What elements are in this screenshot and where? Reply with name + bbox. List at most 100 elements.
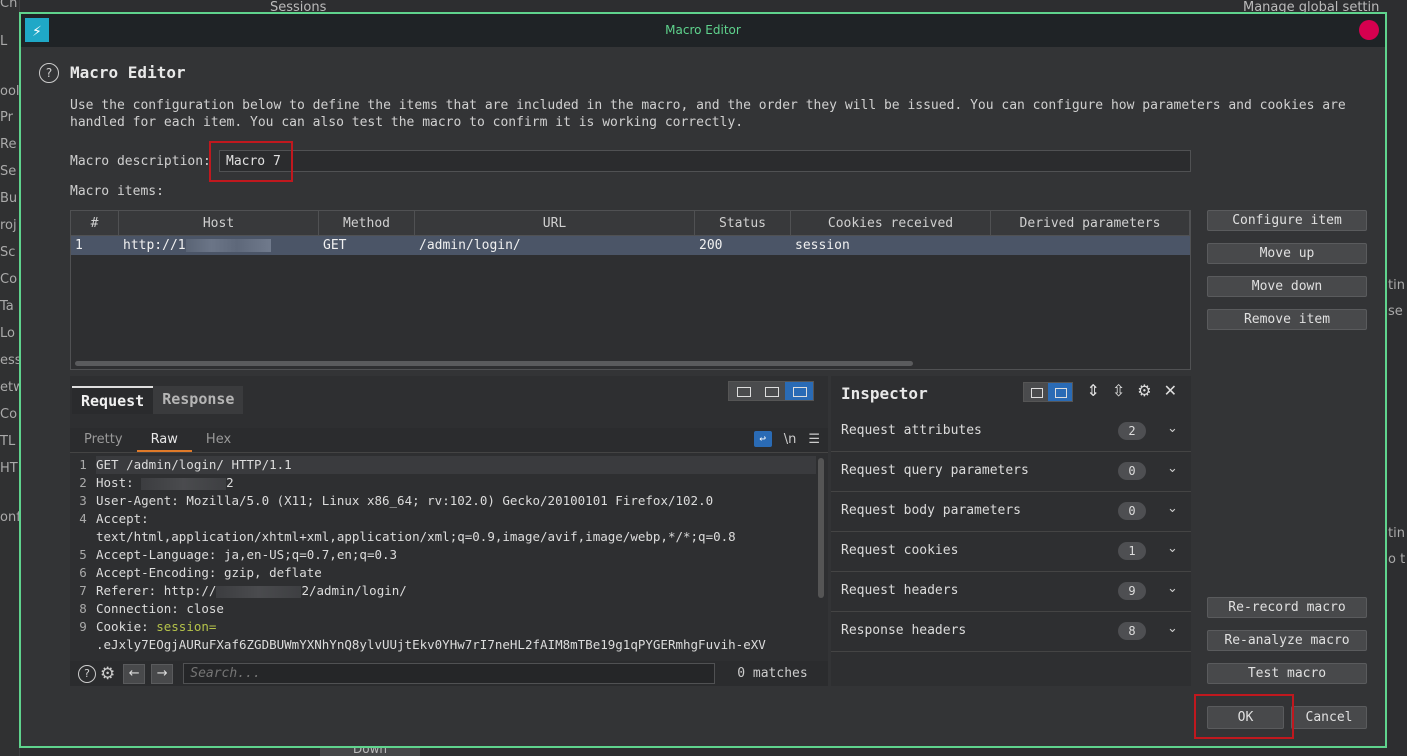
bg-item: TL <box>0 434 16 449</box>
redacted-host <box>185 239 271 252</box>
count-badge: 9 <box>1118 582 1146 600</box>
newline-toggle-icon[interactable]: \n <box>784 432 797 447</box>
tabs-layout-icon[interactable] <box>785 382 813 400</box>
search-input[interactable] <box>183 663 716 684</box>
chevron-down-icon[interactable]: ⌄ <box>1167 461 1178 476</box>
title-bar[interactable]: ⚡ Macro Editor <box>21 14 1385 47</box>
bg-item: Ta <box>0 299 14 314</box>
bg-item: o t <box>1388 552 1406 567</box>
view-subtabs: Pretty Raw Hex ↩ \n ☰ <box>70 428 828 453</box>
close-icon[interactable]: ✕ <box>1164 381 1177 400</box>
inspector-row-query-params[interactable]: Request query parameters 0 ⌄ <box>831 452 1191 492</box>
remove-item-button[interactable]: Remove item <box>1207 309 1367 330</box>
layout-right-icon[interactable] <box>1048 383 1072 401</box>
bg-item: ool <box>0 84 20 99</box>
chevron-down-icon[interactable]: ⌄ <box>1167 541 1178 556</box>
code-line: 3 User-Agent: Mozilla/5.0 (X11; Linux x86… <box>70 492 818 510</box>
subtab-hex[interactable]: Hex <box>192 428 245 452</box>
chevron-down-icon[interactable]: ⌄ <box>1167 581 1178 596</box>
search-bar: ? ⚙ ← → 0 matches <box>70 661 828 686</box>
line-text: Accept-Encoding: gzip, deflate <box>96 564 322 582</box>
bg-item: Sc <box>0 245 16 260</box>
move-down-button[interactable]: Move down <box>1207 276 1367 297</box>
table-row[interactable]: 1 http://1 GET /admin/login/ 200 session <box>71 236 1190 255</box>
page-title: Macro Editor <box>70 63 186 82</box>
layout-left-icon[interactable] <box>1024 383 1048 401</box>
move-up-button[interactable]: Move up <box>1207 243 1367 264</box>
cancel-button[interactable]: Cancel <box>1291 706 1367 729</box>
bg-item: Se <box>0 164 17 179</box>
line-number: 4 <box>79 511 87 526</box>
cell-host: http://1 <box>119 236 319 255</box>
bg-item: Ch <box>0 0 18 11</box>
line-text: Referer: http:// 2/admin/login/ <box>96 582 407 600</box>
bg-item: tin <box>1388 278 1405 293</box>
bg-item: L <box>0 34 8 49</box>
next-match-button[interactable]: → <box>151 663 174 684</box>
column-header-status[interactable]: Status <box>695 211 791 235</box>
help-icon[interactable]: ? <box>78 664 96 683</box>
cookie-name: session= <box>156 619 217 634</box>
word-wrap-icon[interactable]: ↩ <box>753 431 772 447</box>
macro-description-input[interactable] <box>219 150 1191 172</box>
vertical-scrollbar[interactable] <box>818 458 824 598</box>
count-badge: 0 <box>1118 502 1146 520</box>
line-text: GET /admin/login/ HTTP/1.1 <box>96 456 816 474</box>
collapse-all-icon[interactable]: ⇳ <box>1112 381 1125 400</box>
inspector-row-label: Request query parameters <box>841 463 1029 478</box>
hamburger-menu-icon[interactable]: ☰ <box>808 432 820 447</box>
expand-all-icon[interactable]: ⇕ <box>1086 381 1099 400</box>
column-header-method[interactable]: Method <box>319 211 415 235</box>
horizontal-scrollbar[interactable] <box>75 361 913 366</box>
chevron-down-icon[interactable]: ⌄ <box>1167 421 1178 436</box>
line-text: Connection: close <box>96 600 224 618</box>
inspector-toolbar: ⇕ ⇳ ⚙ ✕ <box>1086 381 1177 400</box>
column-header-host[interactable]: Host <box>119 211 319 235</box>
line-number: 8 <box>79 601 87 616</box>
column-header-derived[interactable]: Derived parameters <box>991 211 1190 235</box>
test-macro-button[interactable]: Test macro <box>1207 663 1367 684</box>
subtab-raw[interactable]: Raw <box>136 428 192 452</box>
inspector-row-cookies[interactable]: Request cookies 1 ⌄ <box>831 532 1191 572</box>
help-icon[interactable]: ? <box>39 63 59 83</box>
gear-icon[interactable]: ⚙ <box>1137 381 1151 400</box>
previous-match-button[interactable]: ← <box>123 663 146 684</box>
raw-request-editor[interactable]: 1 GET /admin/login/ HTTP/1.1 2 Host: 2 3 Us… <box>70 456 818 656</box>
chevron-down-icon[interactable]: ⌄ <box>1167 501 1178 516</box>
close-window-button[interactable] <box>1359 20 1379 40</box>
column-header-cookies[interactable]: Cookies received <box>791 211 991 235</box>
inspector-layout-toggle <box>1023 382 1073 402</box>
configure-item-button[interactable]: Configure item <box>1207 210 1367 231</box>
line-text: Accept: <box>96 511 149 526</box>
inspector-row-response-headers[interactable]: Response headers 8 ⌄ <box>831 612 1191 652</box>
redacted-host <box>216 585 302 598</box>
split-vertical-icon[interactable] <box>757 382 785 400</box>
bg-item: tin <box>1388 526 1405 541</box>
column-header-num[interactable]: # <box>71 211 119 235</box>
bg-item: Co <box>0 272 18 287</box>
gear-icon[interactable]: ⚙ <box>100 664 115 684</box>
bg-item: Co <box>0 407 18 422</box>
tab-response[interactable]: Response <box>153 386 244 414</box>
inspector-row-request-headers[interactable]: Request headers 9 ⌄ <box>831 572 1191 612</box>
inspector-row-label: Request headers <box>841 583 959 598</box>
subtab-pretty[interactable]: Pretty <box>70 428 137 452</box>
count-badge: 0 <box>1118 462 1146 480</box>
line-number: 3 <box>79 493 87 508</box>
chevron-down-icon[interactable]: ⌄ <box>1167 621 1178 636</box>
cookie-value: .eJxly7EOgjAURuFXaf6ZGDBUWmYXNhYnQ8ylvUU… <box>96 637 766 652</box>
column-header-url[interactable]: URL <box>415 211 695 235</box>
code-line: 2 Host: 2 <box>70 474 818 492</box>
bg-item: Lo <box>0 326 15 341</box>
split-horizontal-icon[interactable] <box>729 382 757 400</box>
inspector-panel: Inspector ⇕ ⇳ ⚙ ✕ Request attributes 2 ⌄… <box>831 376 1191 686</box>
inspector-row-request-attributes[interactable]: Request attributes 2 ⌄ <box>831 412 1191 452</box>
inspector-row-label: Response headers <box>841 623 967 638</box>
rerecord-macro-button[interactable]: Re-record macro <box>1207 597 1367 618</box>
reanalyze-macro-button[interactable]: Re-analyze macro <box>1207 630 1367 651</box>
bg-item: Re <box>0 137 17 152</box>
tab-request[interactable]: Request <box>72 386 154 414</box>
header-key: Accept-Encoding: <box>96 565 217 580</box>
inspector-row-body-params[interactable]: Request body parameters 0 ⌄ <box>831 492 1191 532</box>
inspector-title: Inspector <box>841 384 928 403</box>
